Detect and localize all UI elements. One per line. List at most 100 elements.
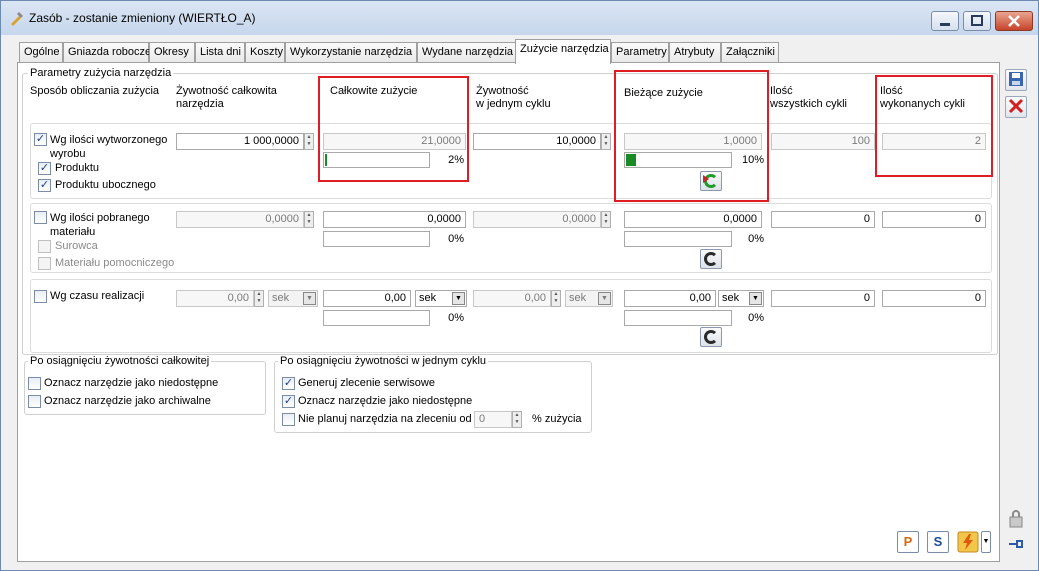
- tab-zalaczniki[interactable]: Załączniki: [721, 42, 779, 63]
- row3-current-wear-pct: 0%: [748, 312, 764, 324]
- row3-total-life-unit-value: sek: [272, 292, 290, 304]
- row1-sub1-label: Produktu: [55, 162, 100, 174]
- title-bar: Zasób - zostanie zmieniony (WIERTŁO_A): [1, 1, 1038, 35]
- lightning-dropdown-button[interactable]: ▼: [981, 531, 991, 553]
- minimize-icon: [940, 23, 950, 26]
- reset-icon: [704, 252, 718, 266]
- row1-cycle-life-spin[interactable]: ▲ ▼: [601, 133, 611, 150]
- resource-window: Zasób - zostanie zmieniony (WIERTŁO_A) O…: [0, 0, 1039, 571]
- tab-koszty[interactable]: Koszty: [245, 42, 285, 63]
- params-group-title: Parametry zużycia narzędzia: [28, 67, 174, 79]
- highlight-done-cycles: [875, 75, 993, 177]
- p-button[interactable]: P: [897, 531, 919, 553]
- after-total-opt2-label: Oznacz narzędzie jako archiwalne: [44, 395, 211, 407]
- s-button[interactable]: S: [927, 531, 949, 553]
- pin-button[interactable]: [1005, 535, 1027, 557]
- chevron-down-icon: ▼: [303, 292, 316, 305]
- row2-total-life-field[interactable]: 0,0000: [176, 211, 304, 228]
- after-cycle-opt2-label: Oznacz narzędzie jako niedostępne: [298, 395, 473, 407]
- tab-wydane-narzedzia[interactable]: Wydane narzędzia: [417, 42, 517, 63]
- row2-reset-button[interactable]: [700, 249, 722, 269]
- highlight-total-wear: [318, 76, 469, 182]
- row1-sub2-label: Produktu ubocznego: [55, 179, 156, 191]
- after-cycle-opt3-input[interactable]: 0: [474, 411, 512, 428]
- row1-sub1-checkbox[interactable]: ✓: [38, 162, 51, 175]
- row3-done-cycles-field: 0: [882, 290, 986, 307]
- after-cycle-opt3-spin[interactable]: ▲ ▼: [512, 411, 522, 428]
- row3-total-wear-unit-value: sek: [419, 292, 437, 304]
- cancel-button[interactable]: [1005, 96, 1027, 118]
- close-icon: [1008, 15, 1020, 27]
- after-total-opt2-checkbox[interactable]: [28, 395, 41, 408]
- row3-total-life-field[interactable]: 0,00: [176, 290, 254, 307]
- chevron-down-icon: ▼: [452, 292, 465, 305]
- row3-total-wear-unit[interactable]: sek ▼: [415, 290, 467, 307]
- row2-checkbox[interactable]: [34, 211, 47, 224]
- row2-current-wear-field: 0,0000: [624, 211, 762, 228]
- lightning-button[interactable]: [957, 531, 979, 553]
- row2-cycle-life-field[interactable]: 0,0000: [473, 211, 601, 228]
- lightning-icon: [957, 531, 979, 553]
- row3-current-wear-unit[interactable]: sek ▼: [718, 290, 764, 307]
- row1-checkbox[interactable]: ✓: [34, 133, 47, 146]
- tab-atrybuty[interactable]: Atrybuty: [669, 42, 721, 63]
- row2-total-wear-pct: 0%: [448, 233, 464, 245]
- tab-lista-dni[interactable]: Lista dni: [195, 42, 245, 63]
- maximize-icon: [971, 15, 983, 26]
- row1-total-life-spin[interactable]: ▲ ▼: [304, 133, 314, 150]
- tab-wykorzystanie-narzedzia[interactable]: Wykorzystanie narzędzia: [285, 42, 417, 63]
- row2-sub2-label: Materiału pomocniczego: [55, 257, 175, 269]
- highlight-current-wear: [614, 70, 769, 202]
- save-button[interactable]: [1005, 69, 1027, 91]
- row2-current-wear-pct: 0%: [748, 233, 764, 245]
- row1-total-life-field[interactable]: 1 000,0000: [176, 133, 304, 150]
- row2-done-cycles-field: 0: [882, 211, 986, 228]
- tab-parametry[interactable]: Parametry: [611, 42, 669, 63]
- row2-total-wear-progress: [323, 231, 430, 247]
- delete-x-icon: [1008, 98, 1024, 114]
- row3-cycle-life-spin[interactable]: ▲ ▼: [551, 290, 561, 307]
- row1-cycle-life-field[interactable]: 10,0000: [473, 133, 601, 150]
- row1-label: Wg ilości wytworzonego wyrobu: [50, 134, 168, 160]
- after-cycle-opt3-checkbox[interactable]: [282, 413, 295, 426]
- row1-all-cycles-field: 100: [771, 133, 875, 150]
- row3-total-life-spin[interactable]: ▲ ▼: [254, 290, 264, 307]
- tab-zuzycie-narzedzia[interactable]: Zużycie narzędzia: [515, 39, 611, 64]
- lock-button[interactable]: [1005, 509, 1027, 531]
- chevron-down-icon: ▼: [598, 292, 611, 305]
- tab-okresy[interactable]: Okresy: [149, 42, 195, 63]
- after-cycle-opt2-checkbox[interactable]: ✓: [282, 395, 295, 408]
- row3-total-wear-field: 0,00: [323, 290, 411, 307]
- row2-sub2-checkbox[interactable]: [38, 257, 51, 270]
- row1-sub2-checkbox[interactable]: ✓: [38, 179, 51, 192]
- after-cycle-opt1-checkbox[interactable]: ✓: [282, 377, 295, 390]
- drill-icon: [11, 12, 23, 26]
- row2-all-cycles-field: 0: [771, 211, 875, 228]
- row3-current-wear-field: 0,00: [624, 290, 716, 307]
- after-cycle-opt3-suffix: % zużycia: [532, 413, 582, 425]
- reset-icon: [704, 330, 718, 344]
- after-total-title: Po osiągnięciu żywotności całkowitej: [28, 355, 212, 367]
- tab-ogolne[interactable]: Ogólne: [19, 42, 63, 63]
- minimize-button[interactable]: [931, 11, 959, 31]
- tab-gniazda-robocze[interactable]: Gniazda robocze: [63, 42, 151, 63]
- row3-cycle-life-field[interactable]: 0,00: [473, 290, 551, 307]
- row3-total-life-unit[interactable]: sek ▼: [268, 290, 318, 307]
- row2-current-wear-progress: [624, 231, 732, 247]
- after-total-opt1-checkbox[interactable]: [28, 377, 41, 390]
- row2-sub1-label: Surowca: [55, 240, 98, 252]
- row3-checkbox[interactable]: [34, 290, 47, 303]
- row2-sub1-checkbox[interactable]: [38, 240, 51, 253]
- row3-reset-button[interactable]: [700, 327, 722, 347]
- row3-cycle-life-unit[interactable]: sek ▼: [565, 290, 613, 307]
- header-method: Sposób obliczania zużycia: [30, 85, 160, 97]
- row3-label: Wg czasu realizacji: [50, 290, 145, 302]
- row2-total-life-spin[interactable]: ▲ ▼: [304, 211, 314, 228]
- header-all-cycles: Ilość wszystkich cykli: [770, 85, 848, 110]
- row2-cycle-life-spin[interactable]: ▲ ▼: [601, 211, 611, 228]
- close-button[interactable]: [995, 11, 1033, 31]
- row3-current-wear-unit-value: sek: [722, 292, 740, 304]
- after-cycle-opt3-label: Nie planuj narzędzia na zleceniu od: [298, 413, 472, 425]
- pin-icon: [1009, 540, 1023, 548]
- maximize-button[interactable]: [963, 11, 991, 31]
